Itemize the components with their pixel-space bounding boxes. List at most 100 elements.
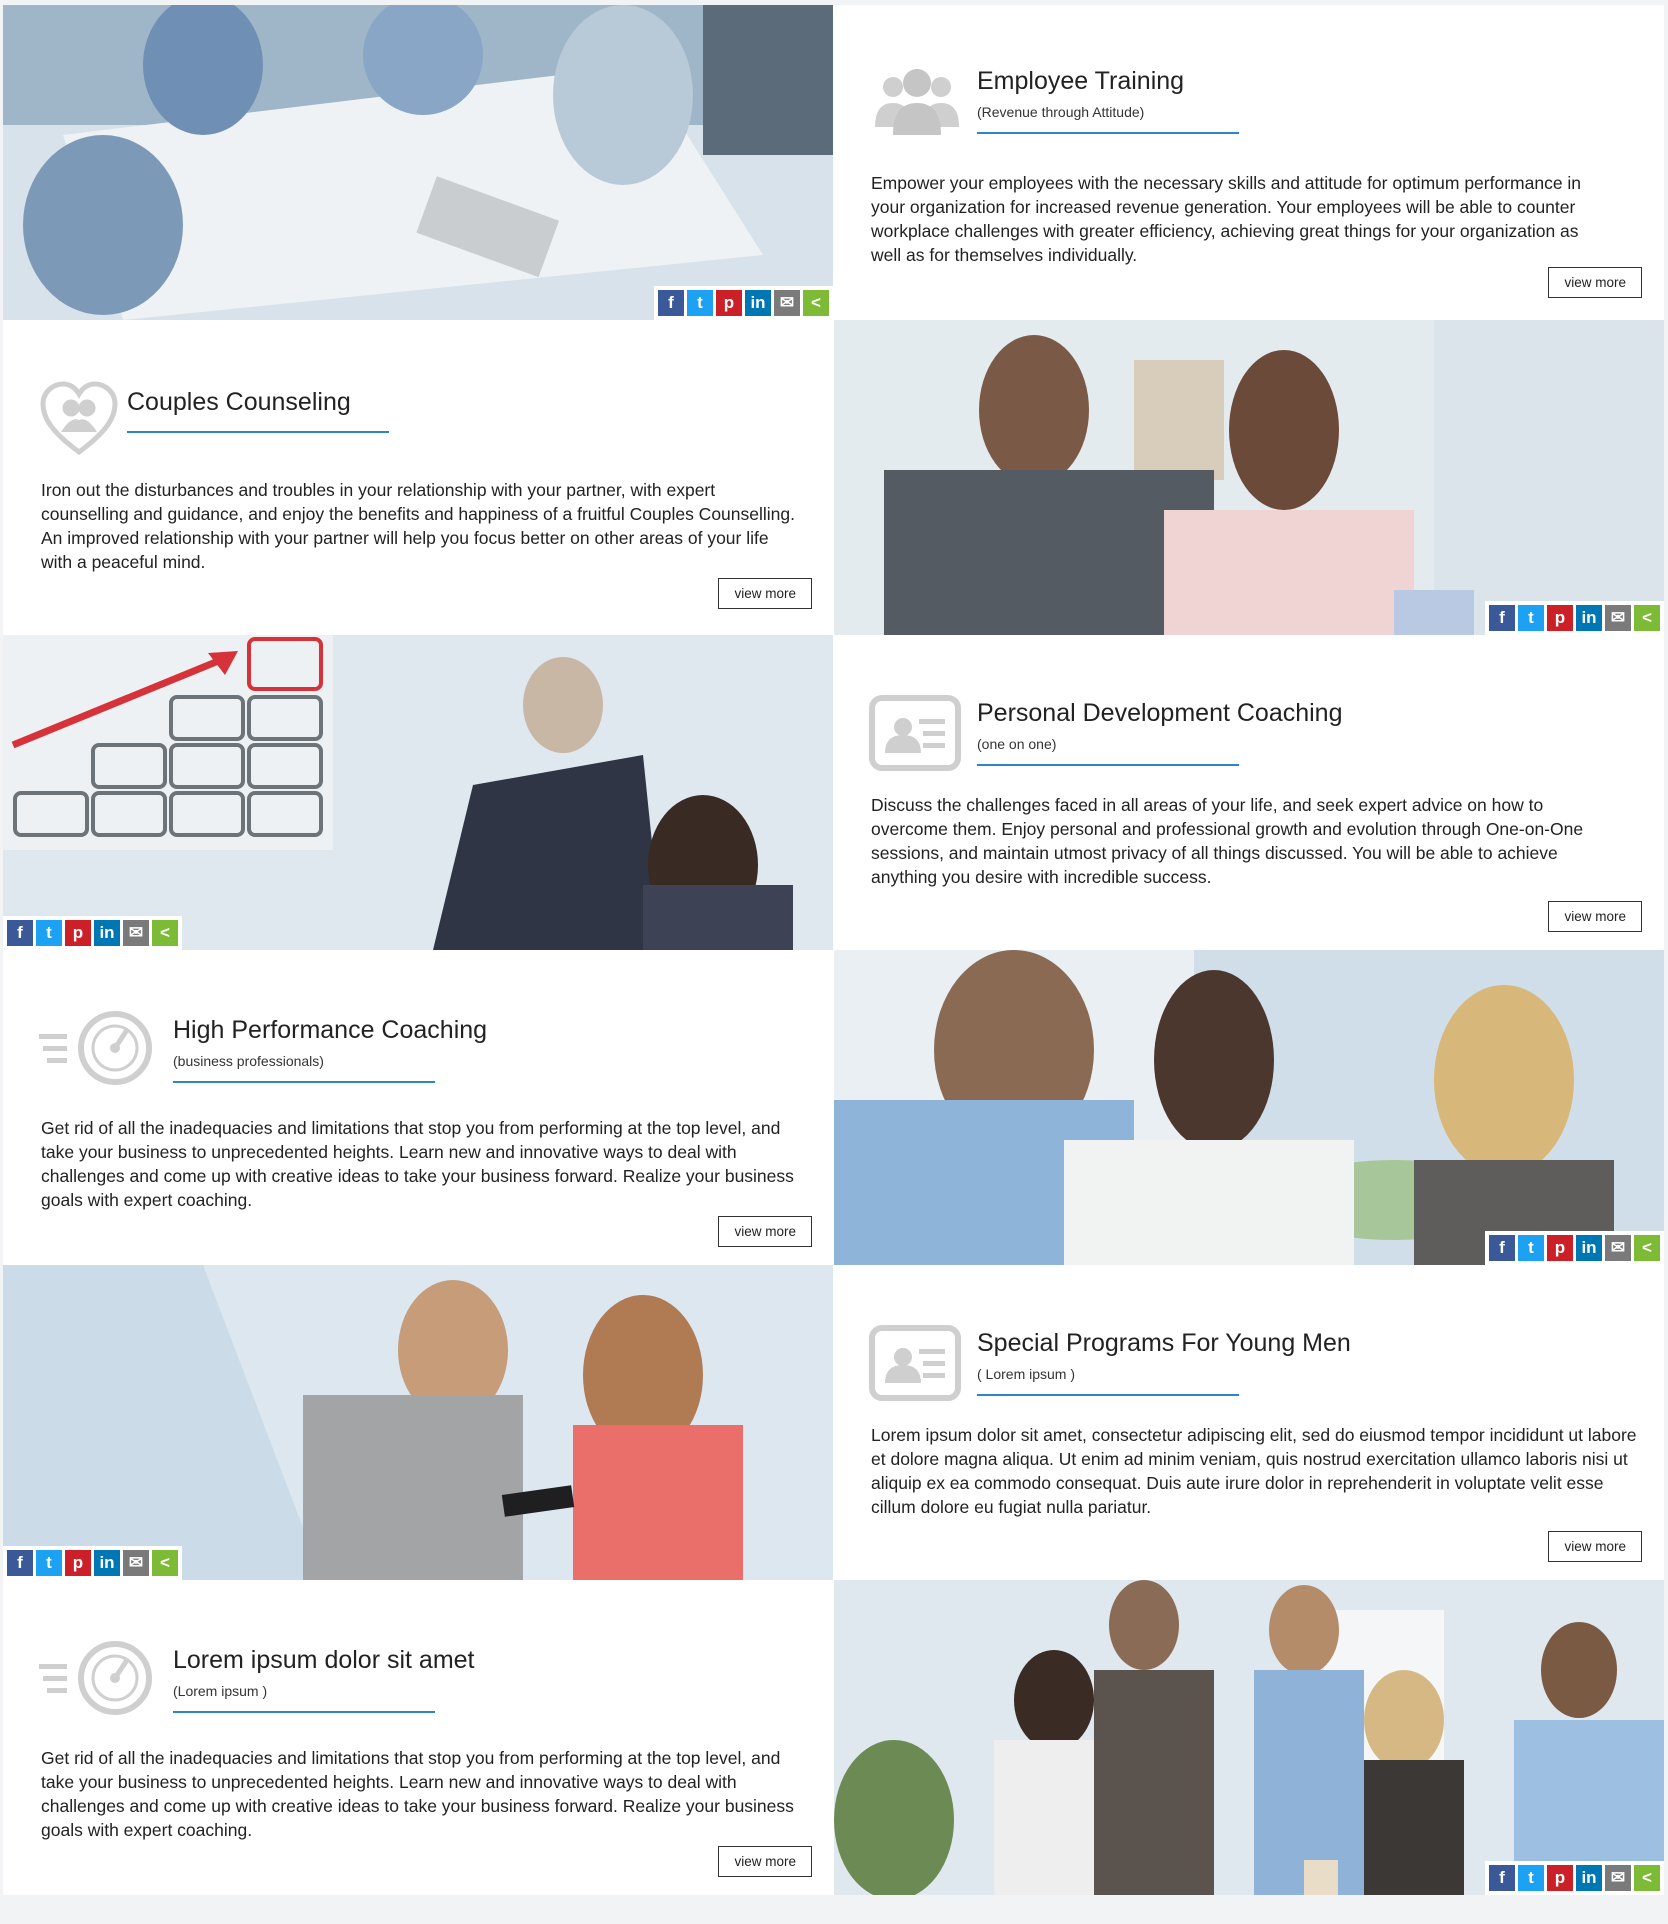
service-description: Get rid of all the inadequacies and limi… [41, 1748, 794, 1840]
id-card-icon [869, 695, 961, 771]
facebook-icon[interactable]: f [1489, 1235, 1515, 1261]
pinterest-icon[interactable]: p [1547, 1235, 1573, 1261]
services-grid: f t p in ✉ < Employee Training (Revenue … [3, 5, 1664, 1895]
service-subtitle: ( Lorem ipsum ) [977, 1366, 1076, 1382]
title-underline [977, 132, 1239, 134]
heart-couple-icon [39, 378, 119, 458]
service-heading: Employee Training (Revenue through Attit… [869, 61, 1239, 141]
group-people-icon [869, 61, 965, 141]
service-photo-lorem-ipsum: f t p in ✉ < [834, 1580, 1664, 1895]
linkedin-icon[interactable]: in [1576, 1235, 1602, 1261]
service-photo-high-performance: f t p in ✉ < [834, 950, 1664, 1265]
service-card-young-men: Special Programs For Young Men ( Lorem i… [833, 1265, 1664, 1580]
title-underline [173, 1081, 435, 1083]
service-card-couples-counseling: Couples Counseling Iron out the disturba… [3, 320, 834, 635]
linkedin-icon[interactable]: in [94, 1550, 120, 1576]
share-icon[interactable]: < [1634, 1235, 1660, 1261]
service-row: High Performance Coaching (business prof… [3, 950, 1664, 1265]
service-description: Iron out the disturbances and troubles i… [41, 480, 795, 572]
service-heading: Lorem ipsum dolor sit amet (Lorem ipsum … [39, 1638, 475, 1718]
twitter-icon[interactable]: t [1518, 1235, 1544, 1261]
pinterest-icon[interactable]: p [716, 290, 742, 316]
share-bar: f t p in ✉ < [3, 1546, 182, 1580]
service-card-personal-development: Personal Development Coaching (one on on… [833, 635, 1664, 950]
view-more-button[interactable]: view more [1548, 1531, 1642, 1562]
pinterest-icon[interactable]: p [65, 1550, 91, 1576]
service-title: Special Programs For Young Men [977, 1329, 1351, 1357]
view-more-button[interactable]: view more [1548, 901, 1642, 932]
share-bar: f t p in ✉ < [1485, 601, 1664, 635]
service-title: Employee Training [977, 67, 1185, 95]
service-titles: Personal Development Coaching (one on on… [977, 695, 1343, 766]
service-row: Lorem ipsum dolor sit amet (Lorem ipsum … [3, 1580, 1664, 1895]
linkedin-icon[interactable]: in [94, 920, 120, 946]
linkedin-icon[interactable]: in [1576, 1865, 1602, 1891]
service-titles: High Performance Coaching (business prof… [173, 1008, 487, 1083]
view-more-button[interactable]: view more [718, 1216, 812, 1247]
share-bar: f t p in ✉ < [1485, 1231, 1664, 1265]
title-underline [127, 431, 389, 433]
service-heading: Special Programs For Young Men ( Lorem i… [869, 1325, 1351, 1401]
share-icon[interactable]: < [1634, 605, 1660, 631]
email-icon[interactable]: ✉ [774, 290, 800, 316]
service-card-high-performance: High Performance Coaching (business prof… [3, 950, 834, 1265]
share-bar: f t p in ✉ < [3, 916, 182, 950]
twitter-icon[interactable]: t [1518, 605, 1544, 631]
service-heading: High Performance Coaching (business prof… [39, 1008, 487, 1088]
service-description: Get rid of all the inadequacies and limi… [41, 1118, 794, 1210]
facebook-icon[interactable]: f [1489, 1865, 1515, 1891]
share-icon[interactable]: < [803, 290, 829, 316]
presentation-photo [3, 635, 833, 950]
service-row: f t p in ✉ < [3, 635, 1664, 950]
email-icon[interactable]: ✉ [1605, 1235, 1631, 1261]
service-titles: Special Programs For Young Men ( Lorem i… [977, 1325, 1351, 1396]
service-subtitle: (Lorem ipsum ) [173, 1683, 268, 1699]
meeting-photo [3, 5, 833, 320]
facebook-icon[interactable]: f [7, 1550, 33, 1576]
twitter-icon[interactable]: t [36, 920, 62, 946]
service-subtitle: (business professionals) [173, 1053, 324, 1069]
title-underline [977, 1394, 1239, 1396]
twitter-icon[interactable]: t [1518, 1865, 1544, 1891]
view-more-button[interactable]: view more [1548, 267, 1642, 298]
email-icon[interactable]: ✉ [123, 1550, 149, 1576]
email-icon[interactable]: ✉ [1605, 605, 1631, 631]
service-photo-couples-counseling: f t p in ✉ < [834, 320, 1664, 635]
service-card-lorem-ipsum: Lorem ipsum dolor sit amet (Lorem ipsum … [3, 1580, 834, 1895]
service-description: Empower your employees with the necessar… [871, 173, 1582, 265]
twitter-icon[interactable]: t [687, 290, 713, 316]
title-underline [977, 764, 1239, 766]
email-icon[interactable]: ✉ [123, 920, 149, 946]
share-bar: f t p in ✉ < [654, 286, 833, 320]
speedometer-icon [39, 1008, 159, 1088]
share-bar: f t p in ✉ < [1485, 1861, 1664, 1895]
facebook-icon[interactable]: f [1489, 605, 1515, 631]
service-titles: Lorem ipsum dolor sit amet (Lorem ipsum … [173, 1638, 475, 1713]
service-row: f t p in ✉ < Employee Training (Revenue … [3, 5, 1664, 320]
service-title: Lorem ipsum dolor sit amet [173, 1646, 475, 1674]
business-team-photo [834, 950, 1664, 1265]
service-title: Couples Counseling [127, 388, 351, 416]
pinterest-icon[interactable]: p [1547, 605, 1573, 631]
share-icon[interactable]: < [152, 1550, 178, 1576]
service-title: High Performance Coaching [173, 1016, 488, 1044]
pinterest-icon[interactable]: p [1547, 1865, 1573, 1891]
twitter-icon[interactable]: t [36, 1550, 62, 1576]
email-icon[interactable]: ✉ [1605, 1865, 1631, 1891]
service-subtitle: (Revenue through Attitude) [977, 104, 1145, 120]
service-heading: Personal Development Coaching (one on on… [869, 695, 1343, 771]
service-photo-personal-development: f t p in ✉ < [3, 635, 833, 950]
service-card-employee-training: Employee Training (Revenue through Attit… [833, 5, 1664, 320]
share-icon[interactable]: < [1634, 1865, 1660, 1891]
service-titles: Employee Training (Revenue through Attit… [977, 61, 1239, 134]
service-row: f t p in ✉ < [3, 1265, 1664, 1580]
view-more-button[interactable]: view more [718, 578, 812, 609]
linkedin-icon[interactable]: in [745, 290, 771, 316]
share-icon[interactable]: < [152, 920, 178, 946]
facebook-icon[interactable]: f [658, 290, 684, 316]
colleagues-tablet-photo [3, 1265, 833, 1580]
facebook-icon[interactable]: f [7, 920, 33, 946]
linkedin-icon[interactable]: in [1576, 605, 1602, 631]
pinterest-icon[interactable]: p [65, 920, 91, 946]
view-more-button[interactable]: view more [718, 1846, 812, 1877]
